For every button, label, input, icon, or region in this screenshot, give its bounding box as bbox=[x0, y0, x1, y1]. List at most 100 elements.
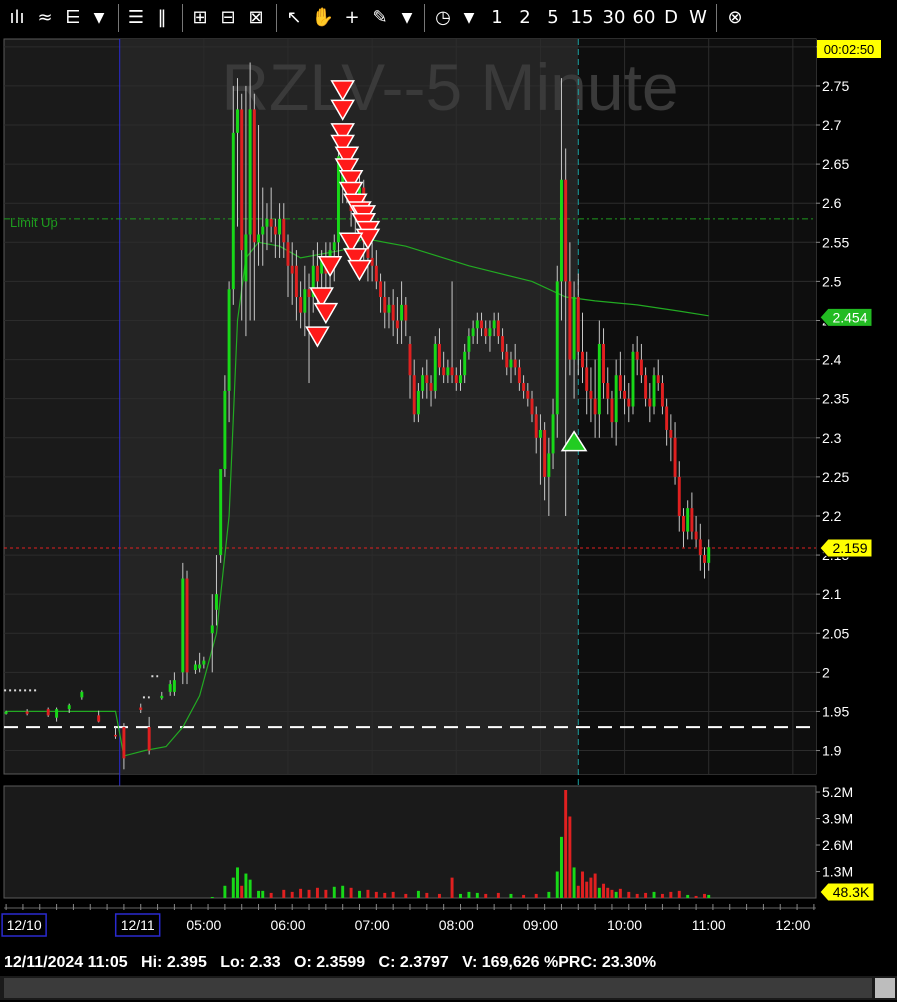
candle-body-down bbox=[147, 727, 151, 751]
scrollbar-thumb[interactable] bbox=[875, 978, 895, 998]
vertical-layout-icon[interactable]: ‖ bbox=[150, 6, 174, 30]
candle-body-down bbox=[589, 390, 593, 399]
candle-body-up bbox=[210, 625, 214, 634]
candle-body-up bbox=[597, 343, 601, 415]
high-label: Hi: bbox=[141, 954, 163, 971]
candle-body-down bbox=[379, 281, 383, 298]
volume-bar bbox=[404, 893, 408, 898]
time-label: 06:00 bbox=[270, 917, 305, 933]
timeframe-daily-button[interactable]: D bbox=[660, 6, 682, 30]
timeframe-2-button[interactable]: 2 bbox=[514, 6, 536, 30]
crosshair-icon[interactable]: + bbox=[340, 6, 364, 30]
volume-bar bbox=[210, 896, 214, 898]
market-open-shade bbox=[578, 39, 816, 774]
volume-bar bbox=[374, 891, 378, 898]
cursor-arrow-icon[interactable]: ↖ bbox=[282, 6, 306, 30]
candle-body-down bbox=[606, 383, 610, 399]
volume-bar bbox=[366, 889, 370, 898]
candle-body-down bbox=[530, 398, 534, 415]
draw-tools-dropdown-icon[interactable]: ▼ bbox=[396, 6, 418, 30]
candle-body-up bbox=[433, 343, 437, 391]
volume-bar bbox=[559, 836, 563, 898]
candle-body-up bbox=[67, 705, 71, 710]
volume-bar bbox=[522, 894, 526, 898]
volume-bar bbox=[244, 873, 248, 898]
symbol-watermark: RZLV--5 Minute bbox=[221, 50, 678, 124]
percent-change-label: %PRC: bbox=[544, 954, 598, 971]
candle-body-down bbox=[408, 343, 412, 376]
zoom-reset-icon[interactable]: ⊠ bbox=[244, 6, 268, 30]
toolbar-divider bbox=[716, 4, 717, 32]
candle-body-up bbox=[231, 132, 235, 290]
last-price-badge: 2.159 bbox=[819, 538, 873, 558]
interval-dropdown-icon[interactable]: ▼ bbox=[458, 6, 480, 30]
candle-body-up bbox=[471, 328, 475, 337]
volume-bar bbox=[307, 889, 311, 898]
timeframe-1-button[interactable]: 1 bbox=[486, 6, 508, 30]
chart-area[interactable]: RZLV--5 Minute Limit Up 1.9 1.95 2 2.05 2.1 2… bbox=[0, 36, 897, 950]
line-chart-style-icon[interactable]: ≈ bbox=[32, 6, 58, 30]
horizontal-layout-icon[interactable]: ☰ bbox=[124, 6, 148, 30]
candle-body-down bbox=[534, 414, 538, 438]
candle-body-up bbox=[244, 234, 248, 282]
price-tick-label: 2.75 bbox=[822, 78, 849, 94]
ohlc-status-bar: 12/11/2024 11:05 Hi: 2.395 Lo: 2.33 O: 2… bbox=[0, 950, 897, 976]
candle-body-up bbox=[337, 156, 340, 243]
candle-body-down bbox=[505, 351, 509, 368]
candle-body-down bbox=[513, 359, 517, 368]
candle-body-down bbox=[564, 179, 568, 282]
candle-body-down bbox=[383, 297, 387, 313]
volume-bar bbox=[581, 871, 584, 898]
close-chart-icon[interactable]: ⊗ bbox=[722, 6, 748, 30]
volume-bar bbox=[248, 879, 252, 898]
volume-tick-label: 3.9M bbox=[822, 811, 853, 827]
volume-bar bbox=[576, 885, 580, 898]
candle-body-down bbox=[425, 375, 429, 384]
candle-body-down bbox=[46, 709, 50, 716]
candle-body-down bbox=[576, 297, 580, 352]
candle-body-up bbox=[202, 660, 206, 665]
candle-body-down bbox=[442, 367, 446, 376]
candle-body-down bbox=[526, 390, 530, 399]
timeframe-5-button[interactable]: 5 bbox=[542, 6, 564, 30]
candle-body-up bbox=[214, 594, 218, 610]
hand-pan-icon[interactable]: ✋ bbox=[310, 6, 336, 30]
time-label: 11:00 bbox=[692, 917, 726, 933]
timeframe-30-button[interactable]: 30 bbox=[600, 6, 628, 30]
volume-bar bbox=[496, 892, 500, 898]
candle bbox=[185, 570, 189, 685]
timeframe-15-button[interactable]: 15 bbox=[568, 6, 596, 30]
candle-body-down bbox=[623, 390, 627, 399]
volume-bar bbox=[610, 889, 614, 898]
candle-body-down bbox=[97, 715, 101, 722]
candle-body-down bbox=[370, 257, 374, 266]
zoom-out-icon[interactable]: ⊟ bbox=[216, 6, 240, 30]
timeframe-60-button[interactable]: 60 bbox=[630, 6, 658, 30]
high-value: 2.395 bbox=[166, 954, 207, 971]
volume-bar bbox=[315, 887, 319, 898]
volume-panel bbox=[3, 785, 817, 899]
candle-body-up bbox=[236, 109, 239, 133]
clock-icon[interactable]: ◷ bbox=[430, 6, 456, 30]
toolbar-divider bbox=[276, 4, 277, 32]
candle-body-down bbox=[644, 375, 648, 399]
candle-body-down bbox=[273, 226, 277, 235]
last-volume-text: 48.3K bbox=[833, 884, 870, 900]
candle bbox=[219, 469, 223, 563]
chart-style-dropdown-icon[interactable]: ▼ bbox=[88, 6, 110, 30]
indicator-style-icon[interactable]: ⋿ bbox=[60, 6, 86, 30]
candle-body-up bbox=[387, 304, 391, 313]
scrollbar-track[interactable] bbox=[4, 978, 872, 998]
close-label: C: bbox=[378, 954, 396, 971]
zoom-in-icon[interactable]: ⊞ bbox=[188, 6, 212, 30]
horizontal-scrollbar[interactable] bbox=[0, 976, 897, 1000]
price-tick-label: 2.05 bbox=[822, 625, 849, 641]
candle-body-down bbox=[404, 304, 408, 321]
pencil-draw-icon[interactable]: ✎ bbox=[368, 6, 392, 30]
candle-body-up bbox=[652, 375, 656, 407]
candle-body-down bbox=[395, 320, 399, 329]
candle-body-up bbox=[265, 218, 269, 227]
bar-chart-style-icon[interactable]: ılı bbox=[4, 6, 30, 30]
volume-bar bbox=[383, 892, 387, 898]
timeframe-weekly-button[interactable]: W bbox=[686, 6, 710, 30]
